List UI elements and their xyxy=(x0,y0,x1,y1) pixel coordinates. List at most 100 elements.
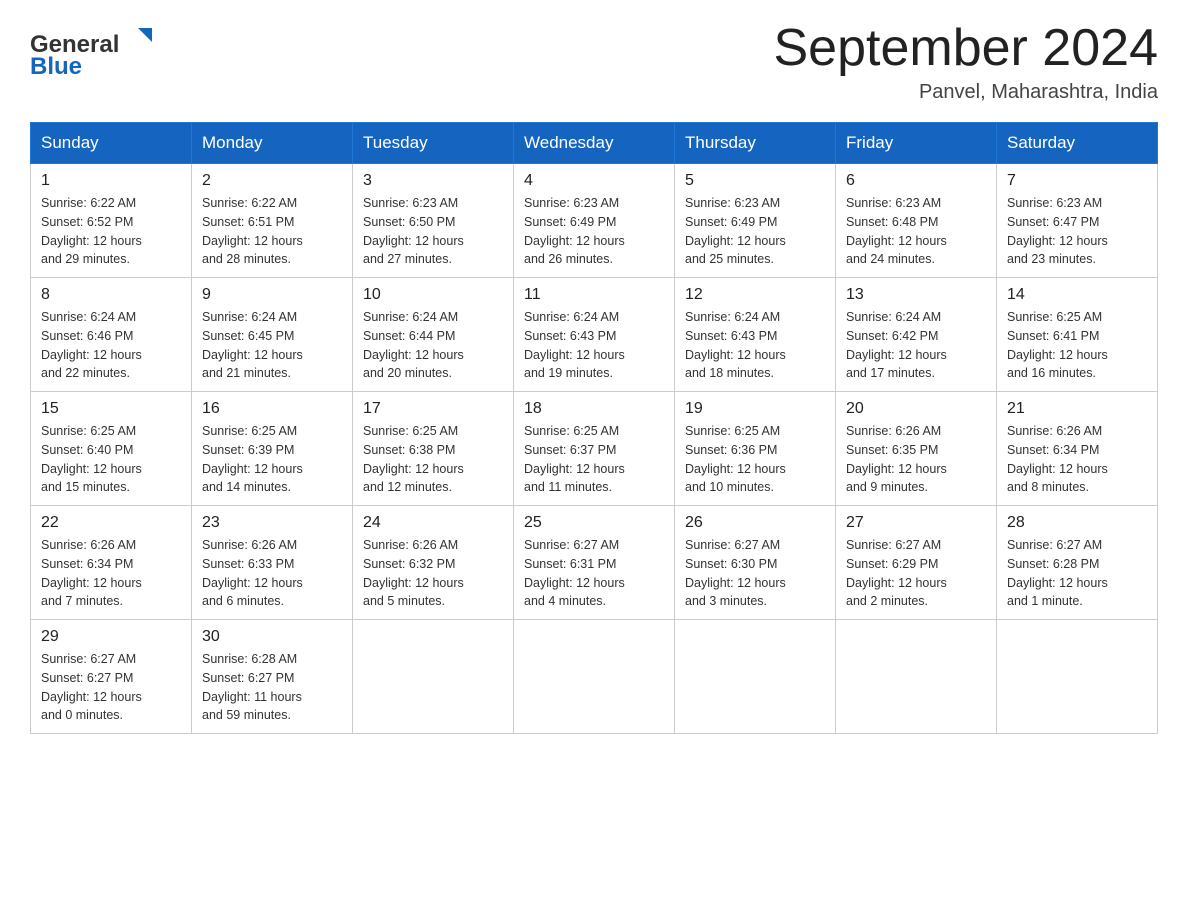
day-info: Sunrise: 6:26 AMSunset: 6:35 PMDaylight:… xyxy=(846,424,947,494)
week-row-1: 1 Sunrise: 6:22 AMSunset: 6:52 PMDayligh… xyxy=(31,164,1158,278)
day-info: Sunrise: 6:26 AMSunset: 6:32 PMDaylight:… xyxy=(363,538,464,608)
day-info: Sunrise: 6:22 AMSunset: 6:51 PMDaylight:… xyxy=(202,196,303,266)
day-info: Sunrise: 6:27 AMSunset: 6:31 PMDaylight:… xyxy=(524,538,625,608)
weekday-header-sunday: Sunday xyxy=(31,123,192,164)
day-number: 12 xyxy=(685,286,825,304)
calendar-cell: 17 Sunrise: 6:25 AMSunset: 6:38 PMDaylig… xyxy=(353,392,514,506)
week-row-5: 29 Sunrise: 6:27 AMSunset: 6:27 PMDaylig… xyxy=(31,620,1158,734)
day-info: Sunrise: 6:22 AMSunset: 6:52 PMDaylight:… xyxy=(41,196,142,266)
page-header: General Blue September 2024 Panvel, Maha… xyxy=(30,20,1158,104)
day-number: 25 xyxy=(524,514,664,532)
location: Panvel, Maharashtra, India xyxy=(774,81,1159,104)
calendar-cell xyxy=(353,620,514,734)
calendar-cell: 14 Sunrise: 6:25 AMSunset: 6:41 PMDaylig… xyxy=(997,278,1158,392)
calendar-cell xyxy=(675,620,836,734)
day-info: Sunrise: 6:25 AMSunset: 6:36 PMDaylight:… xyxy=(685,424,786,494)
day-number: 15 xyxy=(41,400,181,418)
calendar-cell: 15 Sunrise: 6:25 AMSunset: 6:40 PMDaylig… xyxy=(31,392,192,506)
weekday-header-saturday: Saturday xyxy=(997,123,1158,164)
calendar-cell xyxy=(836,620,997,734)
calendar-cell: 6 Sunrise: 6:23 AMSunset: 6:48 PMDayligh… xyxy=(836,164,997,278)
day-info: Sunrise: 6:23 AMSunset: 6:47 PMDaylight:… xyxy=(1007,196,1108,266)
day-number: 23 xyxy=(202,514,342,532)
day-number: 4 xyxy=(524,172,664,190)
day-info: Sunrise: 6:26 AMSunset: 6:34 PMDaylight:… xyxy=(41,538,142,608)
day-number: 27 xyxy=(846,514,986,532)
day-number: 19 xyxy=(685,400,825,418)
week-row-2: 8 Sunrise: 6:24 AMSunset: 6:46 PMDayligh… xyxy=(31,278,1158,392)
day-number: 18 xyxy=(524,400,664,418)
day-number: 17 xyxy=(363,400,503,418)
weekday-header-monday: Monday xyxy=(192,123,353,164)
calendar-cell: 10 Sunrise: 6:24 AMSunset: 6:44 PMDaylig… xyxy=(353,278,514,392)
weekday-header-tuesday: Tuesday xyxy=(353,123,514,164)
day-number: 26 xyxy=(685,514,825,532)
logo: General Blue xyxy=(30,20,160,80)
day-number: 14 xyxy=(1007,286,1147,304)
calendar-cell: 1 Sunrise: 6:22 AMSunset: 6:52 PMDayligh… xyxy=(31,164,192,278)
day-info: Sunrise: 6:24 AMSunset: 6:46 PMDaylight:… xyxy=(41,310,142,380)
day-info: Sunrise: 6:23 AMSunset: 6:49 PMDaylight:… xyxy=(685,196,786,266)
calendar-cell: 9 Sunrise: 6:24 AMSunset: 6:45 PMDayligh… xyxy=(192,278,353,392)
calendar-cell: 19 Sunrise: 6:25 AMSunset: 6:36 PMDaylig… xyxy=(675,392,836,506)
day-info: Sunrise: 6:27 AMSunset: 6:30 PMDaylight:… xyxy=(685,538,786,608)
day-info: Sunrise: 6:25 AMSunset: 6:37 PMDaylight:… xyxy=(524,424,625,494)
calendar-table: SundayMondayTuesdayWednesdayThursdayFrid… xyxy=(30,122,1158,734)
day-number: 20 xyxy=(846,400,986,418)
weekday-header-friday: Friday xyxy=(836,123,997,164)
calendar-cell: 11 Sunrise: 6:24 AMSunset: 6:43 PMDaylig… xyxy=(514,278,675,392)
day-info: Sunrise: 6:27 AMSunset: 6:29 PMDaylight:… xyxy=(846,538,947,608)
day-info: Sunrise: 6:24 AMSunset: 6:42 PMDaylight:… xyxy=(846,310,947,380)
day-number: 16 xyxy=(202,400,342,418)
calendar-cell: 8 Sunrise: 6:24 AMSunset: 6:46 PMDayligh… xyxy=(31,278,192,392)
calendar-cell: 26 Sunrise: 6:27 AMSunset: 6:30 PMDaylig… xyxy=(675,506,836,620)
calendar-cell: 16 Sunrise: 6:25 AMSunset: 6:39 PMDaylig… xyxy=(192,392,353,506)
calendar-cell: 4 Sunrise: 6:23 AMSunset: 6:49 PMDayligh… xyxy=(514,164,675,278)
day-number: 21 xyxy=(1007,400,1147,418)
day-info: Sunrise: 6:27 AMSunset: 6:27 PMDaylight:… xyxy=(41,652,142,722)
calendar-cell: 25 Sunrise: 6:27 AMSunset: 6:31 PMDaylig… xyxy=(514,506,675,620)
calendar-cell xyxy=(997,620,1158,734)
day-info: Sunrise: 6:25 AMSunset: 6:40 PMDaylight:… xyxy=(41,424,142,494)
calendar-cell: 28 Sunrise: 6:27 AMSunset: 6:28 PMDaylig… xyxy=(997,506,1158,620)
calendar-cell: 5 Sunrise: 6:23 AMSunset: 6:49 PMDayligh… xyxy=(675,164,836,278)
day-number: 10 xyxy=(363,286,503,304)
day-number: 30 xyxy=(202,628,342,646)
day-info: Sunrise: 6:23 AMSunset: 6:48 PMDaylight:… xyxy=(846,196,947,266)
month-title: September 2024 xyxy=(774,20,1159,77)
calendar-cell: 21 Sunrise: 6:26 AMSunset: 6:34 PMDaylig… xyxy=(997,392,1158,506)
day-number: 24 xyxy=(363,514,503,532)
day-number: 6 xyxy=(846,172,986,190)
day-info: Sunrise: 6:26 AMSunset: 6:34 PMDaylight:… xyxy=(1007,424,1108,494)
day-number: 3 xyxy=(363,172,503,190)
day-info: Sunrise: 6:27 AMSunset: 6:28 PMDaylight:… xyxy=(1007,538,1108,608)
calendar-cell: 24 Sunrise: 6:26 AMSunset: 6:32 PMDaylig… xyxy=(353,506,514,620)
weekday-header-wednesday: Wednesday xyxy=(514,123,675,164)
calendar-cell: 7 Sunrise: 6:23 AMSunset: 6:47 PMDayligh… xyxy=(997,164,1158,278)
day-info: Sunrise: 6:24 AMSunset: 6:43 PMDaylight:… xyxy=(685,310,786,380)
day-number: 28 xyxy=(1007,514,1147,532)
logo-image: General Blue xyxy=(30,20,160,80)
calendar-cell: 27 Sunrise: 6:27 AMSunset: 6:29 PMDaylig… xyxy=(836,506,997,620)
day-number: 2 xyxy=(202,172,342,190)
day-info: Sunrise: 6:23 AMSunset: 6:50 PMDaylight:… xyxy=(363,196,464,266)
calendar-cell: 20 Sunrise: 6:26 AMSunset: 6:35 PMDaylig… xyxy=(836,392,997,506)
weekday-header-row: SundayMondayTuesdayWednesdayThursdayFrid… xyxy=(31,123,1158,164)
calendar-cell xyxy=(514,620,675,734)
title-block: September 2024 Panvel, Maharashtra, Indi… xyxy=(774,20,1159,104)
day-info: Sunrise: 6:24 AMSunset: 6:43 PMDaylight:… xyxy=(524,310,625,380)
day-number: 13 xyxy=(846,286,986,304)
weekday-header-thursday: Thursday xyxy=(675,123,836,164)
day-info: Sunrise: 6:28 AMSunset: 6:27 PMDaylight:… xyxy=(202,652,302,722)
day-number: 22 xyxy=(41,514,181,532)
calendar-cell: 13 Sunrise: 6:24 AMSunset: 6:42 PMDaylig… xyxy=(836,278,997,392)
calendar-cell: 18 Sunrise: 6:25 AMSunset: 6:37 PMDaylig… xyxy=(514,392,675,506)
week-row-4: 22 Sunrise: 6:26 AMSunset: 6:34 PMDaylig… xyxy=(31,506,1158,620)
calendar-cell: 22 Sunrise: 6:26 AMSunset: 6:34 PMDaylig… xyxy=(31,506,192,620)
day-info: Sunrise: 6:24 AMSunset: 6:44 PMDaylight:… xyxy=(363,310,464,380)
day-info: Sunrise: 6:25 AMSunset: 6:41 PMDaylight:… xyxy=(1007,310,1108,380)
calendar-cell: 30 Sunrise: 6:28 AMSunset: 6:27 PMDaylig… xyxy=(192,620,353,734)
day-number: 9 xyxy=(202,286,342,304)
day-info: Sunrise: 6:25 AMSunset: 6:38 PMDaylight:… xyxy=(363,424,464,494)
calendar-cell: 23 Sunrise: 6:26 AMSunset: 6:33 PMDaylig… xyxy=(192,506,353,620)
